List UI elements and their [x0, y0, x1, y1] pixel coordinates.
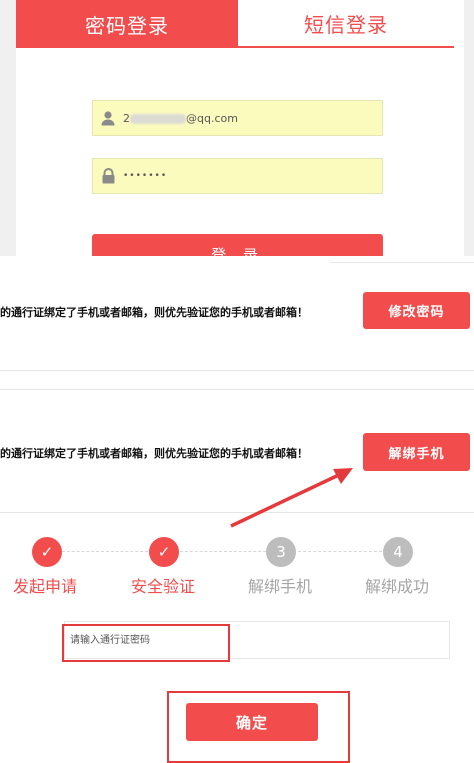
step-1-check-icon: ✓ — [32, 537, 62, 567]
username-field[interactable]: 2 @qq.com — [92, 100, 383, 136]
step-connector — [298, 551, 382, 552]
tab-password-login[interactable]: 密码登录 — [16, 0, 238, 48]
tab-sms-login[interactable]: 短信登录 — [238, 0, 454, 48]
overlay-fade — [34, 205, 464, 233]
redacted-blur — [130, 113, 186, 124]
email-suffix: @qq.com — [186, 111, 238, 125]
tab-sms-login-label: 短信登录 — [304, 12, 388, 37]
step-connector — [180, 551, 266, 552]
password-mask: ••••••• — [123, 171, 168, 181]
binding-notice-text: 的通行证绑定了手机或者邮箱，则优先验证您的手机或者邮箱！ — [0, 447, 308, 460]
annotation-highlight-box — [62, 624, 230, 662]
step-4-number: 4 — [383, 537, 413, 567]
tab-password-login-label: 密码登录 — [85, 13, 169, 38]
step-3-label: 解绑手机 — [247, 577, 312, 596]
password-field[interactable]: ••••••• — [92, 158, 383, 194]
divider — [330, 262, 474, 263]
unbind-phone-label: 解绑手机 — [388, 446, 445, 462]
unbind-phone-button[interactable]: 解绑手机 — [363, 433, 470, 471]
step-1-label: 发起申请 — [12, 577, 77, 596]
step-2-label: 安全验证 — [130, 577, 195, 596]
divider — [0, 389, 474, 390]
step-3-number: 3 — [266, 537, 296, 567]
change-password-button[interactable]: 修改密码 — [363, 292, 470, 329]
confirm-button[interactable]: 确定 — [186, 703, 318, 741]
email-prefix: 2 — [123, 111, 130, 125]
annotation-arrow-icon — [230, 468, 353, 528]
step-4-label: 解绑成功 — [364, 577, 429, 596]
confirm-button-label: 确定 — [235, 713, 268, 732]
binding-notice-text: 的通行证绑定了手机或者邮箱，则优先验证您的手机或者邮箱！ — [0, 306, 308, 319]
change-password-label: 修改密码 — [388, 305, 445, 320]
divider — [0, 370, 474, 371]
lock-icon — [93, 168, 123, 184]
step-connector — [62, 551, 148, 552]
username-value: 2 @qq.com — [123, 112, 238, 125]
login-button-label: 登 录 — [211, 246, 264, 256]
user-icon — [93, 110, 123, 126]
login-button[interactable]: 登 录 — [92, 234, 383, 256]
step-2-check-icon: ✓ — [149, 537, 179, 567]
